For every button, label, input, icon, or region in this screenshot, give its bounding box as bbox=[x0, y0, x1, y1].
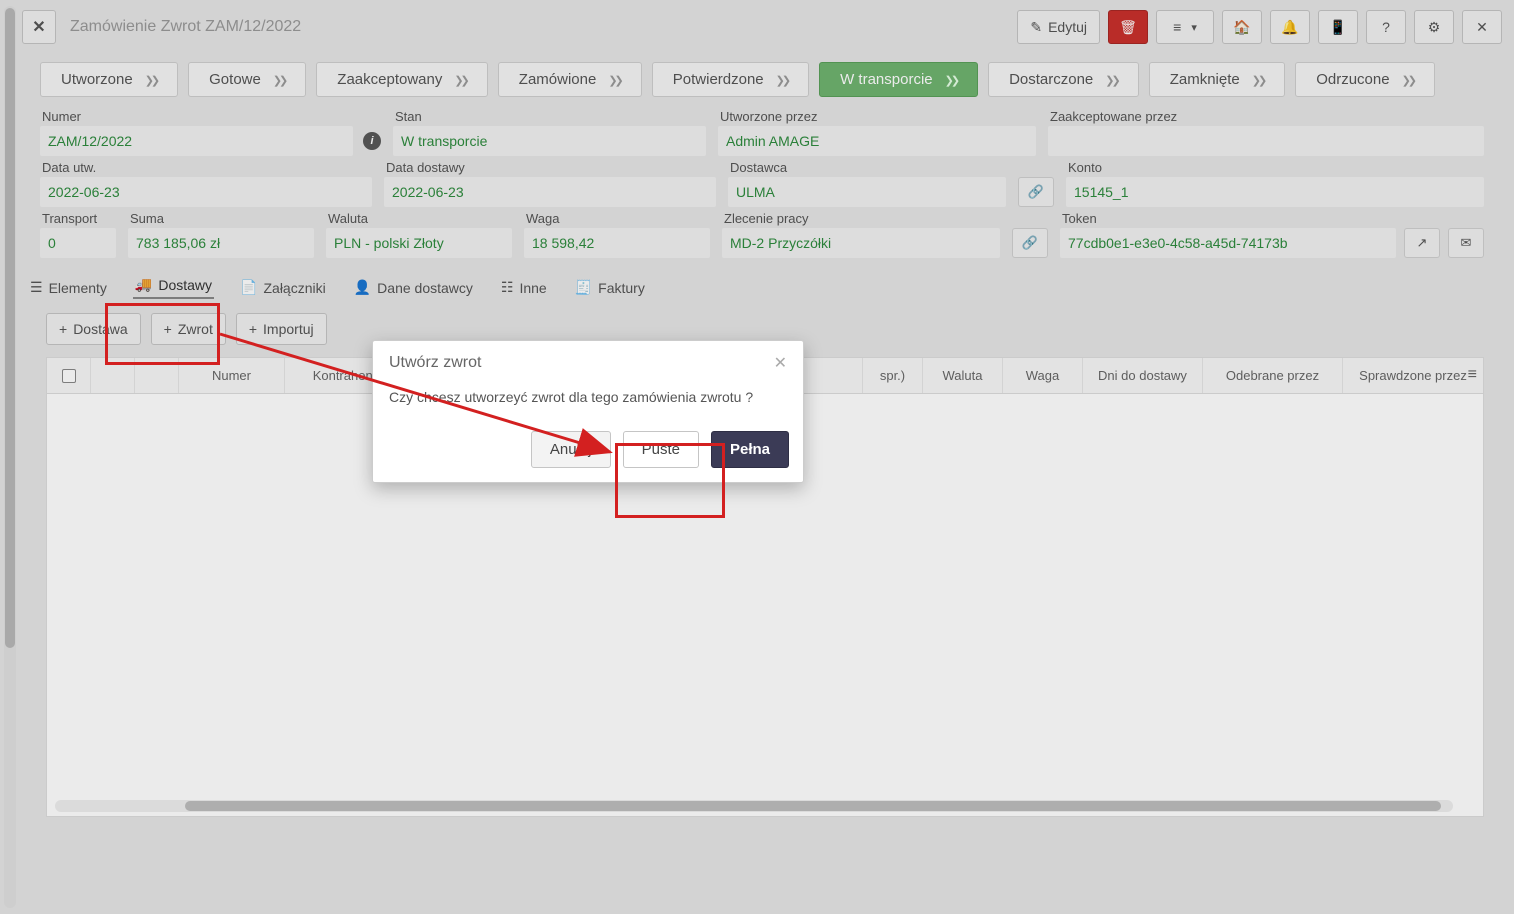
modal-close-button[interactable]: ✕ bbox=[774, 353, 787, 373]
modal-pelna-button[interactable]: Pełna bbox=[711, 431, 789, 468]
modal-title: Utwórz zwrot bbox=[389, 354, 481, 372]
modal-puste-button[interactable]: Puste bbox=[623, 431, 699, 468]
modal-cancel-button[interactable]: Anuluj bbox=[531, 431, 611, 468]
modal-body: Czy chcesz utworzeyć zwrot dla tego zamó… bbox=[373, 385, 803, 423]
create-return-modal: Utwórz zwrot ✕ Czy chcesz utworzeyć zwro… bbox=[372, 340, 804, 483]
